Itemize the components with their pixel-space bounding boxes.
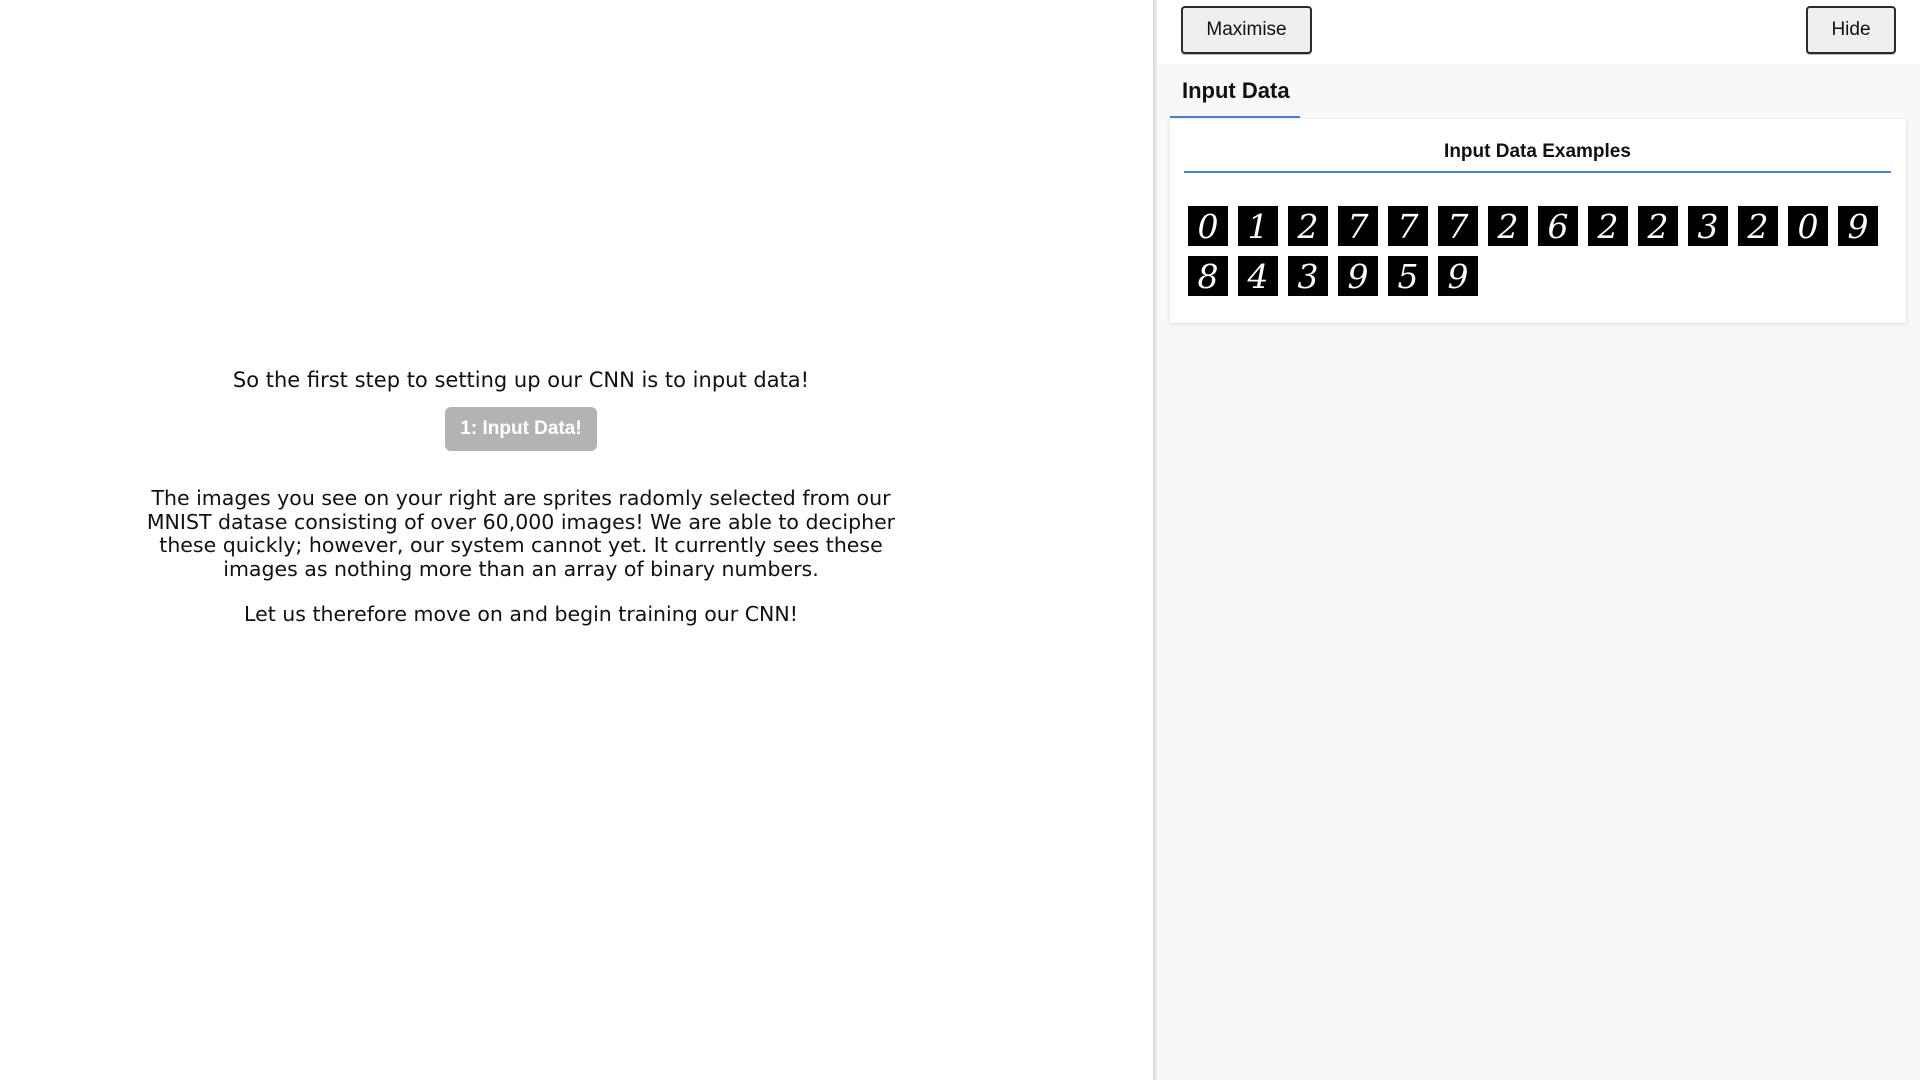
digit-sprite: 3 [1688, 206, 1728, 246]
digit-sprite: 2 [1488, 206, 1528, 246]
hide-button[interactable]: Hide [1806, 6, 1896, 54]
digit-sprite-grid: 01277726223209843959 [1188, 206, 1900, 296]
digit-sprite: 2 [1588, 206, 1628, 246]
digit-sprite: 7 [1388, 206, 1428, 246]
digit-sprite: 5 [1388, 256, 1428, 296]
digit-sprite: 9 [1438, 256, 1478, 296]
digit-sprite: 4 [1238, 256, 1278, 296]
digit-sprite: 8 [1188, 256, 1228, 296]
digit-sprite: 0 [1188, 206, 1228, 246]
tab-input-data[interactable]: Input Data [1170, 68, 1300, 118]
digit-sprite: 9 [1838, 206, 1878, 246]
digit-sprite: 2 [1638, 206, 1678, 246]
panel-toolbar: Maximise Hide [1157, 0, 1920, 64]
page: So the first step to setting up our CNN … [0, 0, 1920, 1080]
digit-sprite: 6 [1538, 206, 1578, 246]
card-title-divider [1184, 171, 1891, 173]
digit-sprite: 2 [1288, 206, 1328, 246]
digit-sprite: 9 [1338, 256, 1378, 296]
tab-input-data-label: Input Data [1182, 78, 1290, 103]
closing-text: Let us therefore move on and begin train… [244, 602, 798, 626]
side-panel: Maximise Hide Input Data Input Data Exam… [1157, 0, 1920, 1080]
content-pane: So the first step to setting up our CNN … [0, 0, 1155, 1080]
digit-sprite: 0 [1788, 206, 1828, 246]
intro-text: So the first step to setting up our CNN … [232, 368, 810, 392]
digit-sprite: 2 [1738, 206, 1778, 246]
input-data-button[interactable]: 1: Input Data! [445, 407, 597, 451]
maximise-button[interactable]: Maximise [1181, 6, 1312, 54]
digit-sprite: 7 [1438, 206, 1478, 246]
digit-sprite: 7 [1338, 206, 1378, 246]
input-data-examples-card: Input Data Examples 01277726223209843959 [1170, 119, 1906, 323]
description-text: The images you see on your right are spr… [146, 486, 896, 581]
digit-sprite: 3 [1288, 256, 1328, 296]
digit-sprite: 1 [1238, 206, 1278, 246]
